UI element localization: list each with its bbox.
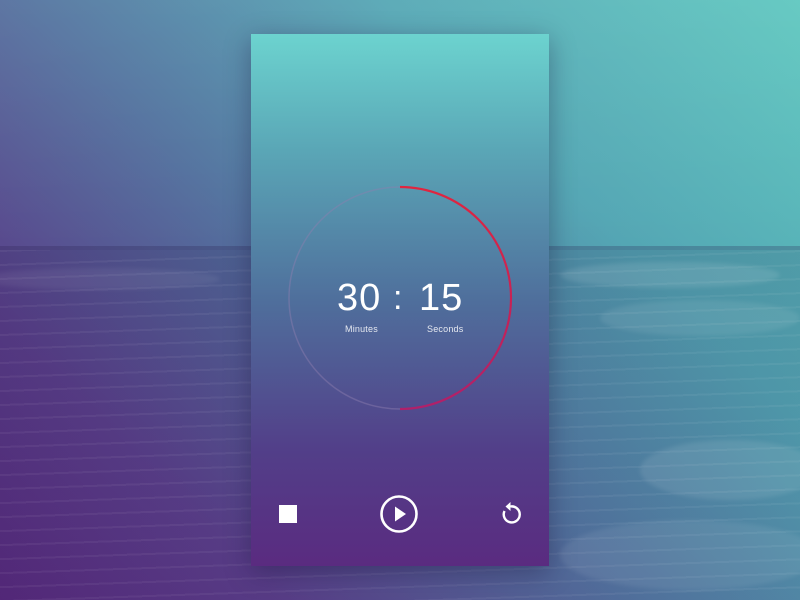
background-photo: 30 : 15 Minutes Seconds <box>0 0 800 600</box>
time-display: 30 : 15 <box>251 278 549 318</box>
time-separator: : <box>393 279 404 317</box>
minutes-value: 30 <box>337 277 382 319</box>
replay-icon <box>502 502 521 524</box>
timer-screen: 30 : 15 Minutes Seconds <box>251 34 549 566</box>
play-button[interactable] <box>379 494 419 534</box>
play-circle-icon <box>380 495 418 533</box>
minutes-label: Minutes <box>345 324 378 334</box>
wave-foam <box>600 300 800 336</box>
replay-button[interactable] <box>497 500 525 528</box>
seconds-label: Seconds <box>427 324 464 334</box>
seconds-value: 15 <box>419 277 464 319</box>
playback-controls <box>251 492 549 536</box>
stop-button[interactable] <box>279 505 297 523</box>
wave-foam <box>560 262 780 288</box>
